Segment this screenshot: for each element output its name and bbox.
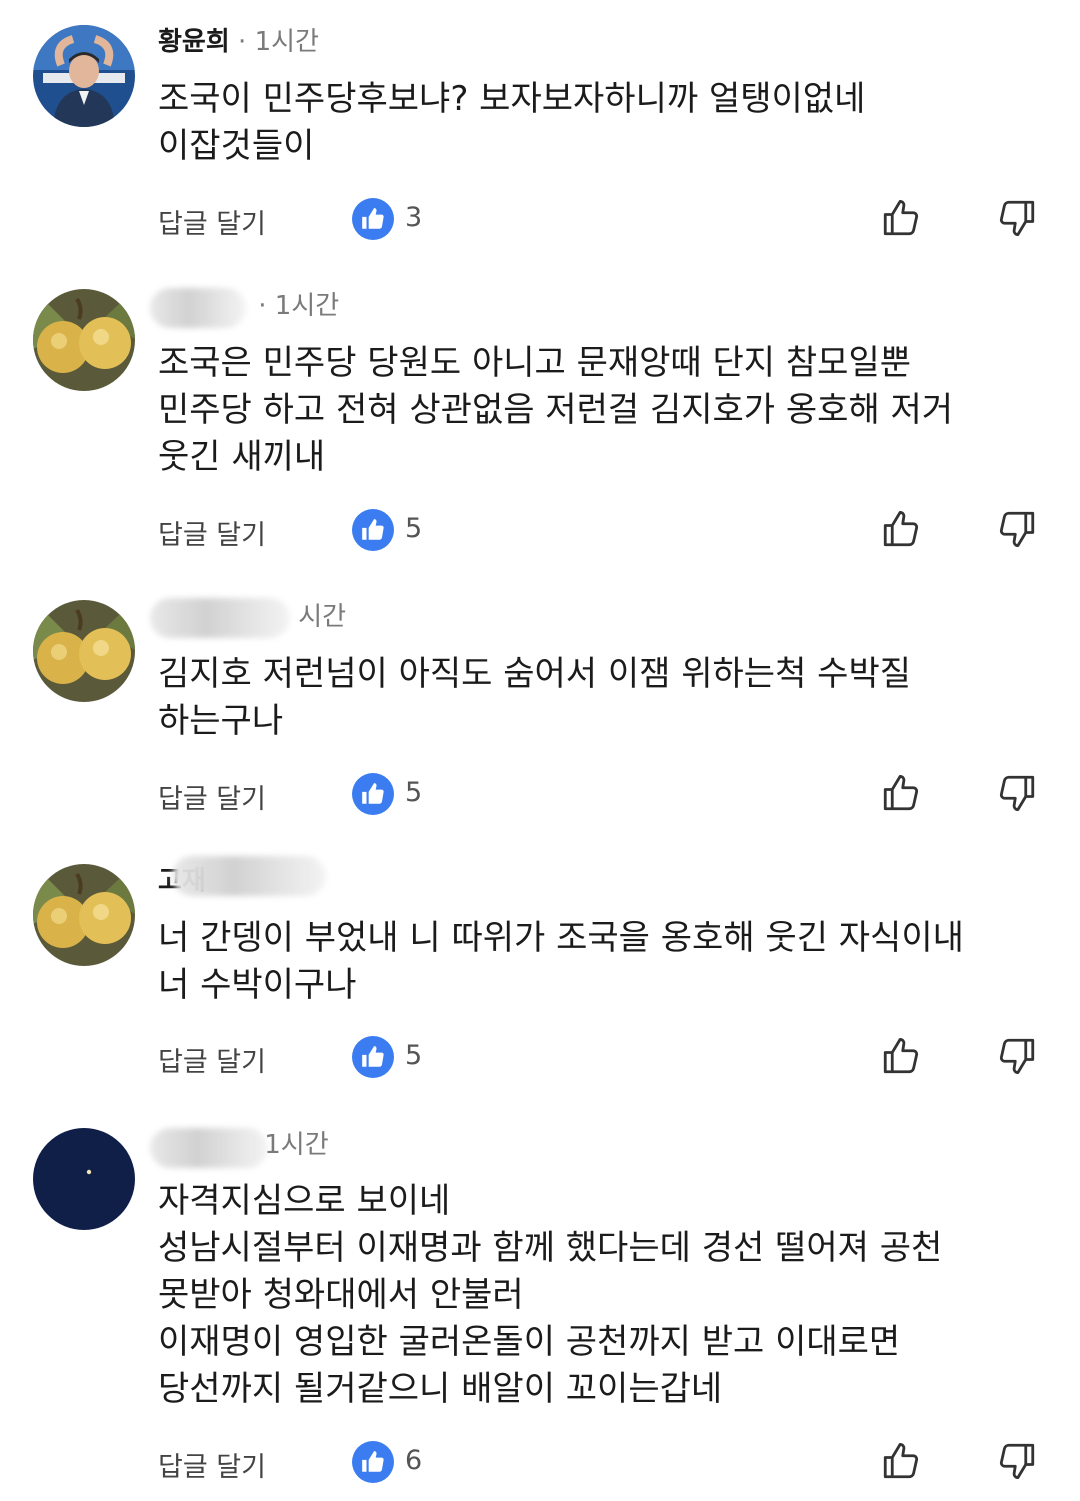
thumbs-down-icon[interactable]	[996, 1034, 1038, 1082]
comment-text: 너 간뎅이 부었내 니 따위가 조국을 옹호해 웃긴 자식이내 너 수박이구나	[158, 915, 1038, 1009]
like-count: 3	[405, 202, 423, 233]
comment-line: 너 간뎅이 부었내 니 따위가 조국을 옹호해 웃긴 자식이내	[158, 918, 964, 958]
reply-button[interactable]: 답글 달기	[158, 1040, 266, 1079]
comment-line: 당선까지 될거같으니 배알이 꼬이는갑네	[158, 1369, 723, 1409]
comment-line: 웃긴 새끼내	[158, 437, 326, 477]
comment-line: 이재명이 영입한 굴러온돌이 공천까지 받고 이대로면	[158, 1322, 901, 1362]
like-badge-icon	[352, 198, 394, 240]
avatar[interactable]	[33, 289, 135, 391]
comment-text: 자격지심으로 보이네 성남시절부터 이재명과 함께 했다는데 경선 떨어져 공천…	[158, 1178, 1038, 1413]
comment-text: 김지호 저런넘이 아직도 숨어서 이잼 위하는척 수박질 하는구나	[158, 651, 1038, 745]
thumbs-down-icon[interactable]	[996, 196, 1038, 244]
like-count: 6	[405, 1445, 423, 1476]
thumbs-up-icon[interactable]	[880, 507, 922, 555]
blurred-author	[172, 856, 326, 896]
reply-button[interactable]: 답글 달기	[158, 777, 266, 816]
comment-line: 성남시절부터 이재명과 함께 했다는데 경선 떨어져 공천	[158, 1228, 943, 1268]
thumbs-down-icon[interactable]	[996, 771, 1038, 819]
comment-text: 조국은 민주당 당원도 아니고 문재앙때 단지 참모일뿐 민주당 하고 전혀 상…	[158, 340, 1038, 481]
comment-meta: 1시간	[158, 1129, 329, 1161]
thumbs-up-icon[interactable]	[880, 1439, 922, 1487]
like-badge-icon	[352, 773, 394, 815]
like-count: 5	[405, 1040, 423, 1071]
like-badge-icon	[352, 509, 394, 551]
comment-line: 자격지심으로 보이네	[158, 1181, 451, 1221]
comment-line: 이잡것들이	[158, 126, 315, 166]
like-count: 5	[405, 777, 423, 808]
comment-line: 김지호 저런넘이 아직도 숨어서 이잼 위하는척 수박질	[158, 654, 912, 694]
reply-button[interactable]: 답글 달기	[158, 202, 266, 241]
like-badge-icon	[352, 1036, 394, 1078]
thumbs-up-icon[interactable]	[880, 771, 922, 819]
thumbs-down-icon[interactable]	[996, 1439, 1038, 1487]
thumbs-down-icon[interactable]	[996, 507, 1038, 555]
thumbs-up-icon[interactable]	[880, 1034, 922, 1082]
reply-button[interactable]: 답글 달기	[158, 513, 266, 552]
comment-actions: 답글 달기 5	[0, 505, 1080, 555]
comment-meta: 시간	[158, 601, 346, 633]
comment-actions: 답글 달기 6	[0, 1437, 1080, 1487]
meta-separator: ·	[258, 291, 267, 321]
like-badge-icon	[352, 1441, 394, 1483]
comment-line: 조국은 민주당 당원도 아니고 문재앙때 단지 참모일뿐	[158, 343, 912, 383]
author-name[interactable]: 황윤희	[158, 27, 230, 57]
meta-separator: ·	[238, 27, 247, 57]
reply-button[interactable]: 답글 달기	[158, 1445, 266, 1484]
comment-actions: 답글 달기 5	[0, 1032, 1080, 1082]
thumbs-up-icon[interactable]	[880, 196, 922, 244]
comment-line: 하는구나	[158, 701, 284, 741]
comment-line: 조국이 민주당후보냐? 보자보자하니까 얼탱이없네	[158, 79, 866, 119]
comment-text: 조국이 민주당후보냐? 보자보자하니까 얼탱이없네 이잡것들이	[158, 76, 1038, 170]
comment-actions: 답글 달기 3	[0, 194, 1080, 244]
avatar[interactable]	[33, 600, 135, 702]
avatar[interactable]	[33, 864, 135, 966]
avatar[interactable]	[33, 1128, 135, 1230]
avatar[interactable]	[33, 25, 135, 127]
comment-meta: · 1시간	[158, 290, 339, 322]
comment-line: 너 수박이구나	[158, 965, 357, 1005]
comment-line: 못받아 청와대에서 안불러	[158, 1275, 524, 1315]
comment-line: 민주당 하고 전혀 상관없음 저런걸 김지호가 옹호해 저거	[158, 390, 954, 430]
comment-time: 1시간	[274, 291, 340, 321]
comment-time: 1시간	[254, 27, 319, 57]
comment-time: 시간	[298, 602, 347, 632]
comment-meta: 황윤희 · 1시간	[158, 26, 319, 58]
comment-time: 1시간	[264, 1130, 329, 1160]
comment-actions: 답글 달기 5	[0, 769, 1080, 819]
like-count: 5	[405, 513, 423, 544]
